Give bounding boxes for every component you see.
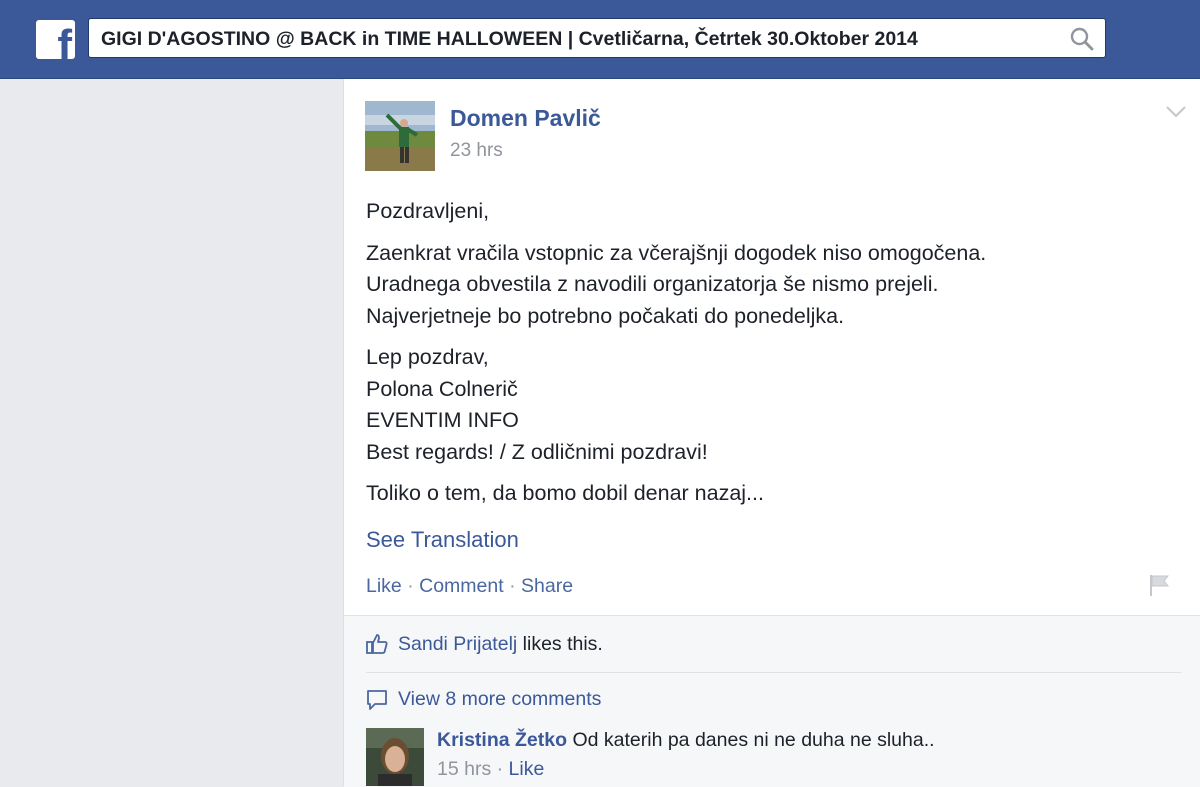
divider — [366, 672, 1181, 673]
thumbs-up-icon — [366, 634, 388, 654]
post-paragraph: Zaenkrat vračila vstopnic za včerajšnji … — [366, 240, 987, 328]
separator: · — [407, 575, 414, 597]
separator: · — [509, 575, 516, 597]
commenter-avatar[interactable] — [366, 728, 424, 786]
post-paragraph: Lep pozdrav, Polona Colnerič EVENTIM INF… — [366, 345, 708, 464]
post-author[interactable]: Domen Pavlič — [450, 105, 601, 132]
comment-meta: 15 hrs · Like — [437, 758, 544, 781]
feedback-section: Sandi Prijatelj likes this. View 8 more … — [344, 615, 1200, 787]
view-more-label: View 8 more comments — [398, 688, 602, 710]
post-paragraph: Pozdravljeni, — [366, 199, 490, 223]
likes-suffix: likes this. — [522, 633, 603, 655]
see-translation-link[interactable]: See Translation — [366, 527, 519, 553]
comment-text: Od katerih pa danes ni ne duha ne sluha.… — [572, 729, 935, 751]
facebook-logo-icon[interactable]: f — [36, 20, 75, 59]
logo-letter: f — [57, 21, 72, 60]
comment-time[interactable]: 15 hrs — [437, 758, 491, 780]
liker-name[interactable]: Sandi Prijatelj — [398, 633, 517, 655]
comment-bubble-icon — [367, 690, 387, 710]
search-input[interactable]: GIGI D'AGOSTINO @ BACK in TIME HALLOWEEN… — [88, 18, 1106, 58]
share-link[interactable]: Share — [521, 575, 573, 597]
post-card: Domen Pavlič 23 hrs Pozdravljeni, Zaenkr… — [343, 79, 1200, 787]
author-avatar[interactable] — [365, 101, 435, 171]
likes-summary: Sandi Prijatelj likes this. — [366, 633, 603, 656]
chevron-down-icon[interactable] — [1165, 105, 1187, 119]
like-link[interactable]: Like — [366, 575, 402, 597]
comment-author[interactable]: Kristina Žetko — [437, 729, 567, 751]
flag-icon[interactable] — [1147, 572, 1173, 598]
post-paragraph: Toliko o tem, da bomo dobil denar nazaj.… — [366, 481, 764, 505]
comment-link[interactable]: Comment — [419, 575, 504, 597]
comment-like-link[interactable]: Like — [509, 758, 545, 780]
separator: · — [496, 758, 504, 780]
search-icon[interactable] — [1069, 26, 1095, 52]
post-timestamp[interactable]: 23 hrs — [450, 140, 503, 162]
comment: Kristina Žetko Od katerih pa danes ni ne… — [437, 729, 935, 752]
post-actions: Like · Comment · Share — [366, 575, 573, 598]
view-more-comments[interactable]: View 8 more comments — [366, 688, 601, 711]
search-value: GIGI D'AGOSTINO @ BACK in TIME HALLOWEEN… — [101, 28, 918, 50]
top-bar: f GIGI D'AGOSTINO @ BACK in TIME HALLOWE… — [0, 0, 1200, 79]
post-body: Pozdravljeni, Zaenkrat vračila vstopnic … — [366, 196, 1166, 520]
